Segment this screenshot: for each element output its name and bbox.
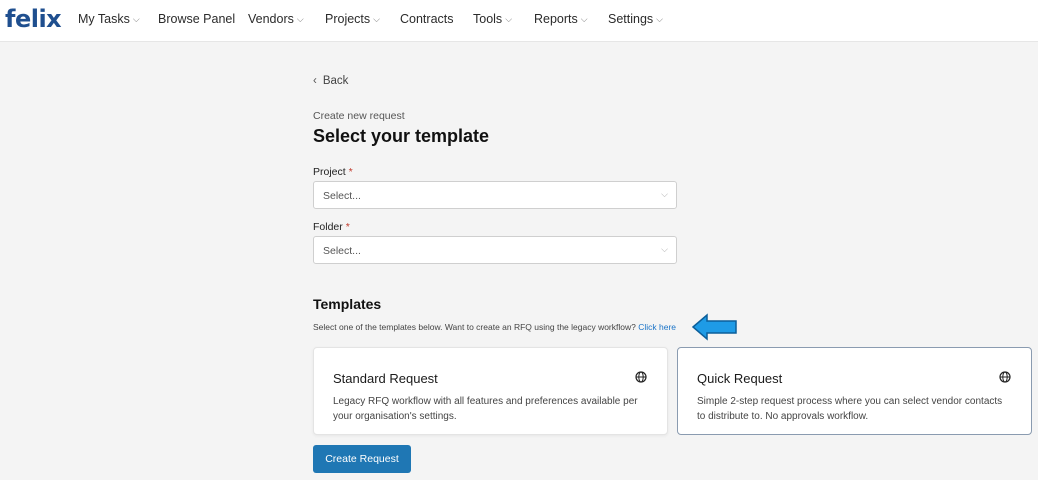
- nav-projects[interactable]: Projects ⌵: [325, 12, 380, 26]
- nav-browse-panel-label: Browse Panel: [158, 12, 236, 26]
- project-label-text: Project: [313, 166, 346, 178]
- callout-arrow-icon: [692, 313, 737, 341]
- project-select-value: Select...: [323, 190, 361, 202]
- nav-contracts[interactable]: Contracts: [400, 12, 454, 26]
- nav-my-tasks[interactable]: My Tasks ⌵: [78, 12, 140, 26]
- nav-tools[interactable]: Tools ⌵: [473, 12, 512, 26]
- chevron-left-icon: ‹: [313, 75, 317, 87]
- top-navigation-bar: felix My Tasks ⌵ Browse Panel Vendors ⌵ Pr…: [0, 0, 1038, 42]
- felix-logo[interactable]: felix: [5, 5, 62, 33]
- back-label: Back: [322, 75, 349, 87]
- folder-field-label: Folder *: [313, 221, 350, 233]
- required-marker: *: [348, 166, 353, 178]
- folder-select-value: Select...: [323, 245, 361, 257]
- nav-reports-label: Reports: [534, 12, 578, 26]
- quick-request-card[interactable]: Quick Request Simple 2-step request proc…: [677, 347, 1032, 435]
- required-marker: *: [345, 221, 350, 233]
- page-subtitle: Create new request: [313, 110, 405, 122]
- project-field-label: Project *: [313, 166, 353, 178]
- chevron-down-icon: ⌵: [656, 14, 663, 24]
- chevron-down-icon: ⌵: [580, 14, 588, 24]
- card-title: Standard Request: [333, 371, 438, 386]
- nav-vendors[interactable]: Vendors ⌵: [248, 12, 304, 26]
- card-description: Simple 2-step request process where you …: [697, 396, 1003, 422]
- globe-icon: [635, 371, 647, 383]
- chevron-down-icon: ⌵: [661, 244, 668, 254]
- card-title: Quick Request: [697, 371, 783, 386]
- standard-request-card[interactable]: Standard Request Legacy RFQ workflow wit…: [313, 347, 668, 435]
- nav-browse-panel[interactable]: Browse Panel: [158, 12, 235, 26]
- legacy-workflow-link[interactable]: Click here: [638, 322, 676, 332]
- nav-tools-label: Tools: [473, 12, 503, 26]
- create-request-button[interactable]: Create Request: [313, 445, 411, 473]
- folder-select[interactable]: Select... ⌵: [313, 236, 677, 264]
- templates-description-text: Select one of the templates below. Want …: [313, 322, 636, 332]
- templates-heading: Templates: [313, 296, 382, 312]
- back-link[interactable]: ‹ Back: [313, 75, 348, 87]
- chevron-down-icon: ⌵: [661, 189, 668, 199]
- folder-label-text: Folder: [313, 221, 343, 233]
- nav-reports[interactable]: Reports ⌵: [534, 12, 588, 26]
- chevron-down-icon: ⌵: [132, 14, 140, 24]
- templates-description: Select one of the templates below. Want …: [313, 322, 676, 332]
- project-select[interactable]: Select... ⌵: [313, 181, 677, 209]
- globe-icon: [999, 371, 1011, 383]
- card-description: Legacy RFQ workflow with all features an…: [333, 396, 638, 422]
- nav-projects-label: Projects: [325, 12, 371, 26]
- nav-settings-label: Settings: [608, 12, 654, 26]
- nav-contracts-label: Contracts: [400, 12, 454, 26]
- nav-settings[interactable]: Settings ⌵: [608, 12, 663, 26]
- chevron-down-icon: ⌵: [296, 14, 304, 24]
- nav-vendors-label: Vendors: [248, 12, 294, 26]
- chevron-down-icon: ⌵: [373, 14, 380, 24]
- nav-my-tasks-label: My Tasks: [78, 12, 130, 26]
- page-title: Select your template: [313, 126, 490, 146]
- chevron-down-icon: ⌵: [505, 14, 513, 24]
